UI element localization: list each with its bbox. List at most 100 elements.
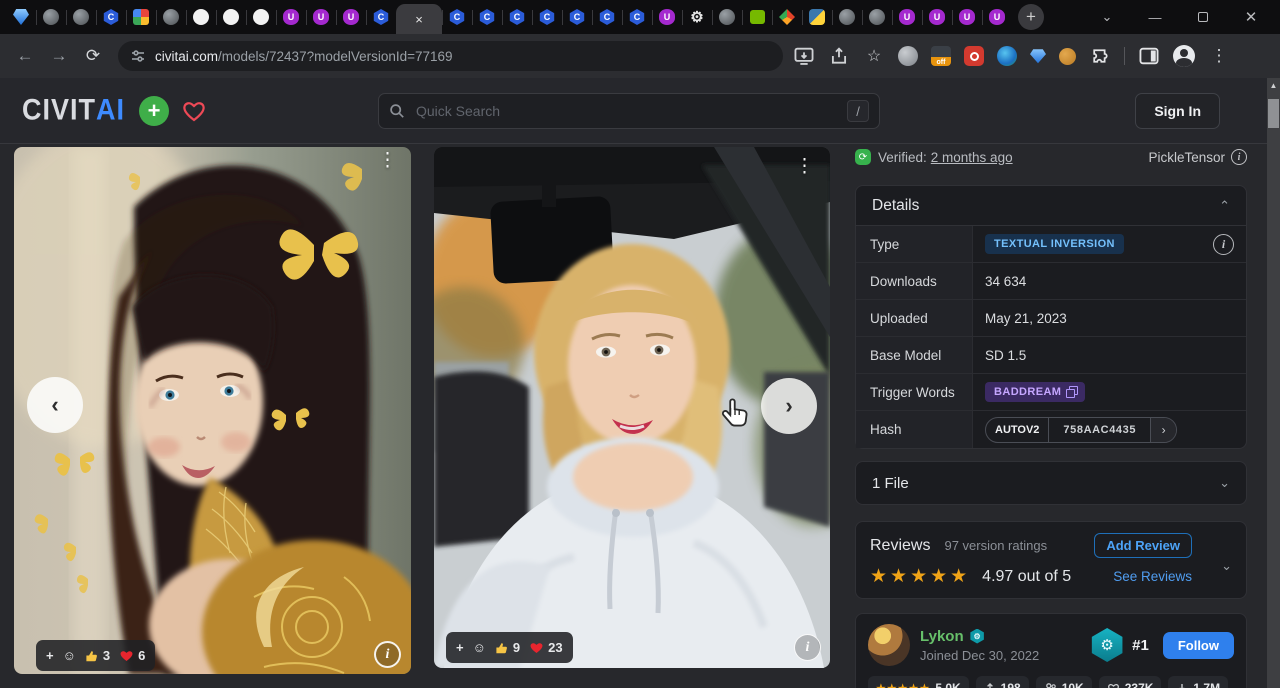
rank-hexagon-icon[interactable]: ⚙	[1090, 628, 1124, 662]
browser-tab-globe[interactable]	[156, 0, 186, 34]
forward-icon[interactable]: →	[44, 41, 74, 71]
browser-tab-civitai[interactable]: C	[592, 0, 622, 34]
heart-reaction[interactable]: 6	[119, 648, 145, 663]
url-bar[interactable]: civitai.com/models/72437?modelVersionId=…	[118, 41, 783, 71]
civitai-logo[interactable]: CIVITAI	[22, 94, 125, 127]
browser-tab-globe[interactable]	[862, 0, 892, 34]
browser-tab-civitai[interactable]: C	[96, 0, 126, 34]
browser-tab-civitai[interactable]: C	[442, 0, 472, 34]
side-panel-icon[interactable]	[1138, 45, 1160, 67]
browser-tab-github[interactable]	[246, 0, 276, 34]
browser-tab-colorgrid[interactable]	[126, 0, 156, 34]
chevron-up-icon[interactable]: ⌃	[1219, 198, 1230, 214]
browser-tab-github[interactable]	[216, 0, 246, 34]
add-review-button[interactable]: Add Review	[1094, 533, 1192, 558]
browser-tab-civitai[interactable]: C	[502, 0, 532, 34]
thumbs-up-reaction[interactable]: 9	[495, 640, 520, 655]
browser-tab-civitai[interactable]: C	[562, 0, 592, 34]
extension-gem-icon[interactable]	[1030, 48, 1046, 64]
follow-button[interactable]: Follow	[1163, 632, 1234, 659]
add-reaction-button[interactable]: +	[456, 640, 464, 655]
hash-value[interactable]: 758AAC4435	[1048, 418, 1150, 442]
creator-avatar[interactable]	[868, 624, 910, 666]
browser-tab-github[interactable]	[186, 0, 216, 34]
back-icon[interactable]: ←	[10, 41, 40, 71]
gallery-image-card-1[interactable]: ⋮ ‹ + ☺ 3 6 i	[14, 147, 411, 674]
new-tab-button[interactable]: +	[1018, 4, 1044, 30]
see-reviews-link[interactable]: See Reviews	[1113, 569, 1192, 584]
browser-tab-ultralytics[interactable]: U	[276, 0, 306, 34]
extension-off-badge-icon[interactable]: off	[931, 46, 951, 66]
browser-tab-gem[interactable]	[6, 0, 36, 34]
install-icon[interactable]	[793, 45, 815, 67]
browser-tab-ultralytics[interactable]: U	[922, 0, 952, 34]
search-input[interactable]	[414, 102, 847, 120]
create-plus-button[interactable]: +	[139, 96, 169, 126]
chevron-down-icon[interactable]: ⌄	[1221, 558, 1232, 574]
close-window-icon[interactable]: ✕	[1244, 10, 1258, 24]
card-menu-dots-icon[interactable]: ⋮	[795, 157, 814, 176]
site-settings-icon[interactable]	[130, 48, 146, 64]
emoji-reaction-button[interactable]: ☺	[63, 648, 76, 663]
browser-tab-civitai[interactable]: C	[366, 0, 396, 34]
copy-icon[interactable]	[1067, 388, 1076, 397]
browser-tab-nvidia[interactable]	[742, 0, 772, 34]
verified-time-link[interactable]: 2 months ago	[931, 150, 1013, 165]
carousel-next-button[interactable]: ›	[761, 378, 817, 434]
extension-cookie-icon[interactable]	[1059, 48, 1076, 65]
card-menu-dots-icon[interactable]: ⋮	[378, 151, 397, 170]
maximize-icon[interactable]	[1196, 10, 1210, 24]
browser-tab-ultralytics[interactable]: U	[952, 0, 982, 34]
browser-tab-civitai[interactable]: C	[622, 0, 652, 34]
browser-tab-globe[interactable]	[66, 0, 96, 34]
minimize-icon[interactable]: —	[1148, 10, 1162, 24]
browser-tab-ultralytics[interactable]: U	[982, 0, 1012, 34]
active-tab[interactable]: ×	[396, 4, 442, 34]
model-type-badge[interactable]: TEXTUAL INVERSION	[985, 234, 1124, 254]
browser-tab-gitdiamond[interactable]	[772, 0, 802, 34]
details-header[interactable]: Details ⌃	[856, 186, 1246, 226]
browser-tab-globe[interactable]	[712, 0, 742, 34]
browser-tab-globe[interactable]	[36, 0, 66, 34]
extension-globe-icon[interactable]	[898, 46, 918, 66]
browser-tab-python[interactable]	[802, 0, 832, 34]
add-reaction-button[interactable]: +	[46, 648, 54, 663]
browser-tab-globe[interactable]	[832, 0, 862, 34]
browser-tab-ultralytics[interactable]: U	[652, 0, 682, 34]
bookmark-star-icon[interactable]: ☆	[863, 45, 885, 67]
trigger-word-badge[interactable]: BADDREAM	[985, 382, 1085, 402]
emoji-reaction-button[interactable]: ☺	[473, 640, 486, 655]
profile-avatar-icon[interactable]	[1173, 45, 1195, 67]
browser-tab-ultralytics[interactable]: U	[892, 0, 922, 34]
image-info-button[interactable]: i	[374, 641, 401, 668]
browser-tab-gear[interactable]: ⚙	[682, 0, 712, 34]
browser-tab-civitai[interactable]: C	[472, 0, 502, 34]
hash-pill[interactable]: AUTOV2 758AAC4435 ›	[985, 417, 1177, 443]
scrollbar-up-arrow[interactable]: ▲	[1267, 81, 1280, 90]
gallery-image-card-2[interactable]: ⋮ › + ☺ 9 23 i	[434, 147, 830, 668]
hash-expand-chevron-icon[interactable]: ›	[1150, 418, 1176, 442]
browser-tab-ultralytics[interactable]: U	[336, 0, 366, 34]
thumbs-up-reaction[interactable]: 3	[85, 648, 110, 663]
menu-kebab-icon[interactable]: ⋮	[1208, 45, 1230, 67]
carousel-prev-button[interactable]: ‹	[27, 377, 83, 433]
extensions-puzzle-icon[interactable]	[1089, 45, 1111, 67]
support-heart-icon[interactable]	[181, 99, 207, 123]
extension-blocker-icon[interactable]	[964, 46, 984, 66]
chevron-down-icon[interactable]: ⌄	[1219, 475, 1230, 491]
page-scrollbar[interactable]: ▲	[1267, 78, 1280, 688]
browser-tab-civitai[interactable]: C	[532, 0, 562, 34]
creator-name-link[interactable]: Lykon	[920, 628, 964, 645]
quick-search-box[interactable]: /	[378, 93, 880, 129]
share-icon[interactable]	[828, 45, 850, 67]
reload-icon[interactable]: ⟳	[78, 41, 108, 71]
files-panel[interactable]: 1 File ⌄	[855, 461, 1247, 505]
scrollbar-thumb[interactable]	[1268, 99, 1279, 128]
sign-in-button[interactable]: Sign In	[1135, 93, 1220, 129]
image-info-button[interactable]: i	[794, 634, 821, 661]
tab-search-chevron-icon[interactable]: ⌄	[1100, 10, 1114, 24]
close-tab-icon[interactable]: ×	[415, 13, 423, 26]
format-info-icon[interactable]: i	[1231, 149, 1247, 165]
heart-reaction[interactable]: 23	[529, 640, 562, 655]
browser-tab-ultralytics[interactable]: U	[306, 0, 336, 34]
